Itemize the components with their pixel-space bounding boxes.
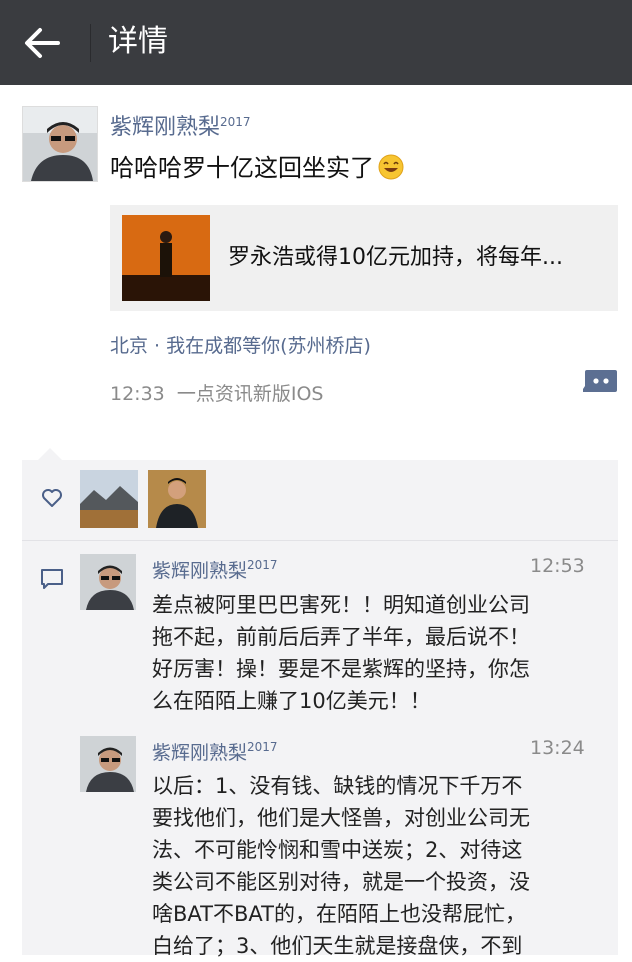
comment-line: 白给了；3、他们天生就是接盘侠，不到: [152, 934, 523, 958]
post-text: 哈哈哈罗十亿这回坐实了: [110, 151, 404, 185]
link-title: 罗永浩或得10亿元加持，将每年...: [228, 245, 563, 270]
link-thumbnail: [122, 215, 210, 301]
comment-line: 差点被阿里巴巴害死！！明知道创业公司: [152, 593, 530, 617]
arrow-left-icon[interactable]: [22, 24, 62, 62]
post-location[interactable]: 北京 · 我在成都等你(苏州桥店): [110, 332, 371, 360]
liker-avatar[interactable]: [80, 470, 138, 528]
comment-time: 12:53: [530, 555, 585, 577]
post-author-avatar[interactable]: [22, 106, 98, 182]
comment-line: 好厉害！操！要是不是紫辉的坚持，你怎: [152, 657, 530, 681]
comment-line: 以后：1、没有钱、缺钱的情况下千万不: [152, 774, 523, 798]
post-author-name[interactable]: 紫辉刚熟梨2017: [110, 108, 251, 142]
comment-text: 以后：1、没有钱、缺钱的情况下千万不 要找他们，他们是大怪兽，对创业公司无 法、…: [152, 770, 530, 962]
comment-line: 要找他们，他们是大怪兽，对创业公司无: [152, 806, 530, 830]
comment-author-name[interactable]: 紫辉刚熟梨2017: [152, 734, 278, 766]
grin-emoji-icon: [378, 154, 404, 180]
page-title: 详情: [108, 24, 168, 59]
comment-author-avatar[interactable]: [80, 554, 136, 610]
header-divider: [90, 24, 91, 62]
top-bar: 详情: [0, 0, 632, 85]
comment-line: 么在陌陌上赚了10亿美元！！: [152, 689, 431, 713]
comment-time: 13:24: [530, 737, 585, 759]
post-meta: 12:33 一点资讯新版IOS: [110, 383, 324, 405]
comment-line: 啥BAT不BAT的，在陌陌上也没帮屁忙，: [152, 902, 526, 926]
comment-icon: [41, 569, 63, 589]
comment-text: 差点被阿里巴巴害死！！明知道创业公司 拖不起，前前后后弄了半年，最后说不！ 好厉…: [152, 589, 530, 717]
comment-line: 类公司不能区别对待，就是一个投资，没: [152, 870, 530, 894]
likes-divider: [22, 540, 618, 541]
comment-author-name[interactable]: 紫辉刚熟梨2017: [152, 552, 278, 584]
liker-avatar[interactable]: [148, 470, 206, 528]
more-options-icon[interactable]: [583, 368, 619, 396]
comment-author-avatar[interactable]: [80, 736, 136, 792]
heart-icon: [42, 489, 62, 507]
comment-area-caret: [38, 448, 62, 460]
comment-line: 法、不可能怜悯和雪中送炭；2、对待这: [152, 838, 523, 862]
comment-line: 拖不起，前前后后弄了半年，最后说不！: [152, 625, 530, 649]
shared-link-card[interactable]: 罗永浩或得10亿元加持，将每年...: [110, 205, 618, 311]
